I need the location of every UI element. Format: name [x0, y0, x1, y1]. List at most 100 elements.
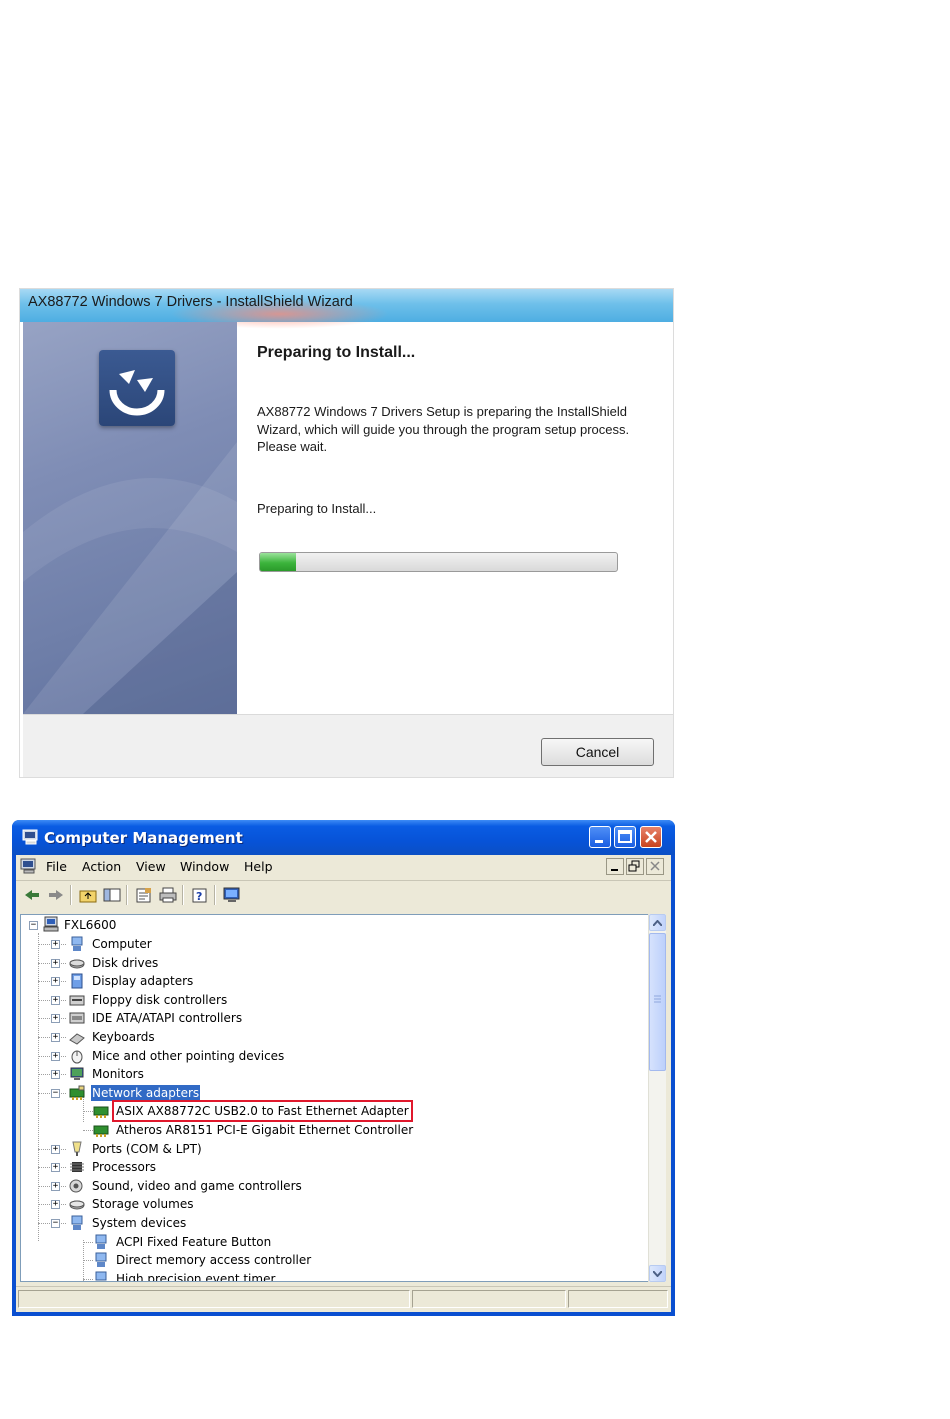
collapse-toggle[interactable]: −: [51, 1088, 60, 1098]
help-icon[interactable]: ?: [190, 885, 210, 905]
mmc-document-icon: [20, 858, 36, 874]
monitor-icon[interactable]: [222, 885, 242, 905]
expand-toggle[interactable]: +: [51, 1181, 60, 1191]
expand-toggle[interactable]: +: [51, 1070, 60, 1080]
collapse-root-toggle[interactable]: −: [29, 921, 38, 930]
child-close-button[interactable]: [646, 858, 664, 875]
category-row[interactable]: + Display adapters: [21, 972, 641, 990]
print-icon[interactable]: [158, 885, 178, 905]
category-row[interactable]: + IDE ATA/ATAPI controllers: [21, 1009, 641, 1027]
mouse-icon: [71, 1050, 83, 1064]
menu-window[interactable]: Window: [180, 859, 229, 874]
child-restore-button[interactable]: [626, 858, 644, 875]
wizard-title: AX88772 Windows 7 Drivers - InstallShiel…: [28, 294, 353, 310]
forward-arrow-icon[interactable]: [46, 885, 66, 905]
device-row[interactable]: Direct memory access controller: [21, 1251, 641, 1269]
tree-item-label: Computer: [92, 937, 152, 951]
expand-toggle[interactable]: +: [51, 1163, 60, 1173]
computer-icon: [71, 936, 83, 951]
category-row[interactable]: + Ports (COM & LPT): [21, 1140, 641, 1158]
category-row[interactable]: + Mice and other pointing devices: [21, 1047, 641, 1065]
category-row[interactable]: − System devices: [21, 1214, 641, 1232]
wizard-status-text: Preparing to Install...: [257, 501, 377, 516]
storage-icon: [69, 1200, 85, 1210]
device-row[interactable]: Atheros AR8151 PCI-E Gigabit Ethernet Co…: [21, 1121, 641, 1139]
tree-item-label: Monitors: [92, 1067, 144, 1082]
system-device-icon: [95, 1234, 107, 1249]
network-card-icon: [93, 1106, 109, 1119]
category-row[interactable]: + Computer: [21, 935, 641, 953]
device-row[interactable]: ASIX AX88772C USB2.0 to Fast Ethernet Ad…: [21, 1100, 641, 1123]
menu-file[interactable]: File: [46, 859, 67, 874]
category-row[interactable]: + Keyboards: [21, 1028, 641, 1046]
sound-icon: [69, 1179, 83, 1193]
tree-item-label: Mice and other pointing devices: [92, 1048, 285, 1063]
install-progress-bar: [259, 552, 618, 572]
cm-menu-bar: File Action View Window Help: [16, 855, 671, 877]
category-row[interactable]: + Storage volumes: [21, 1195, 641, 1213]
tree-item-label: Keyboards: [92, 1030, 155, 1044]
expand-toggle[interactable]: +: [51, 1051, 60, 1061]
category-row[interactable]: + Disk drives: [21, 954, 641, 972]
child-minimize-button[interactable]: [606, 858, 624, 875]
menu-view[interactable]: View: [136, 859, 166, 874]
expand-toggle[interactable]: +: [51, 1144, 60, 1154]
network-card-icon: [93, 1125, 109, 1137]
display-adapter-icon: [71, 973, 83, 989]
expand-toggle[interactable]: +: [51, 1014, 60, 1024]
wizard-side-banner: [23, 322, 237, 714]
wizard-heading: Preparing to Install...: [257, 344, 416, 361]
scroll-up-button[interactable]: [649, 914, 666, 931]
expand-toggle[interactable]: +: [51, 940, 60, 949]
category-row[interactable]: + Monitors: [21, 1065, 641, 1083]
tree-root-row[interactable]: − FXL6600: [21, 916, 641, 934]
keyboard-icon: [69, 1033, 85, 1045]
device-row[interactable]: High precision event timer: [21, 1270, 641, 1282]
collapse-toggle[interactable]: −: [51, 1219, 60, 1228]
installshield-logo-icon: [99, 350, 175, 426]
category-row[interactable]: + Floppy disk controllers: [21, 991, 641, 1009]
monitor-icon: [70, 1067, 84, 1081]
show-hide-tree-icon[interactable]: [102, 885, 122, 905]
tree-item-label: ASIX AX88772C USB2.0 to Fast Ethernet Ad…: [112, 1100, 413, 1123]
device-tree-pane[interactable]: − FXL6600 + Computer + Disk drives + Display …: [20, 914, 654, 1282]
computer-management-window: Computer Management File Action View Win…: [12, 820, 675, 1316]
cm-window-title: Computer Management: [44, 829, 243, 847]
tree-item-label: ACPI Fixed Feature Button: [116, 1234, 272, 1249]
expand-toggle[interactable]: +: [51, 1200, 60, 1210]
close-button[interactable]: [640, 826, 662, 848]
svg-text:?: ?: [196, 890, 202, 903]
port-icon: [72, 1141, 82, 1156]
properties-icon[interactable]: [134, 885, 154, 905]
tree-item-label: Floppy disk controllers: [92, 992, 228, 1007]
expand-toggle[interactable]: +: [51, 977, 60, 987]
expand-toggle[interactable]: +: [51, 995, 60, 1005]
scroll-down-button[interactable]: [649, 1265, 666, 1282]
menu-help[interactable]: Help: [244, 859, 273, 874]
vertical-scrollbar[interactable]: [648, 914, 666, 1282]
cancel-button[interactable]: Cancel: [541, 738, 654, 766]
scroll-thumb[interactable]: [649, 933, 666, 1071]
category-row[interactable]: + Sound, video and game controllers: [21, 1177, 641, 1195]
category-row[interactable]: + Processors: [21, 1158, 641, 1176]
tree-item-label: Display adapters: [92, 974, 194, 989]
ide-controller-icon: [69, 1012, 85, 1024]
up-folder-icon[interactable]: [78, 885, 98, 905]
expand-toggle[interactable]: +: [51, 958, 60, 968]
floppy-controller-icon: [69, 995, 85, 1006]
disk-drive-icon: [69, 959, 85, 969]
maximize-button[interactable]: [614, 826, 636, 848]
expand-toggle[interactable]: +: [51, 1033, 60, 1042]
menu-action[interactable]: Action: [82, 859, 121, 874]
tree-item-label: Ports (COM & LPT): [92, 1141, 202, 1156]
install-progress-fill: [260, 553, 296, 571]
tree-item-label: High precision event timer: [116, 1271, 276, 1282]
wizard-description: AX88772 Windows 7 Drivers Setup is prepa…: [257, 404, 630, 454]
device-row[interactable]: ACPI Fixed Feature Button: [21, 1233, 641, 1251]
wizard-title-bar: AX88772 Windows 7 Drivers - InstallShiel…: [20, 289, 673, 329]
category-row[interactable]: − Network adapters: [21, 1084, 641, 1102]
minimize-button[interactable]: [589, 826, 611, 848]
cm-title-bar[interactable]: Computer Management: [12, 820, 675, 855]
back-arrow-icon[interactable]: [22, 885, 42, 905]
processor-icon: [70, 1162, 84, 1173]
